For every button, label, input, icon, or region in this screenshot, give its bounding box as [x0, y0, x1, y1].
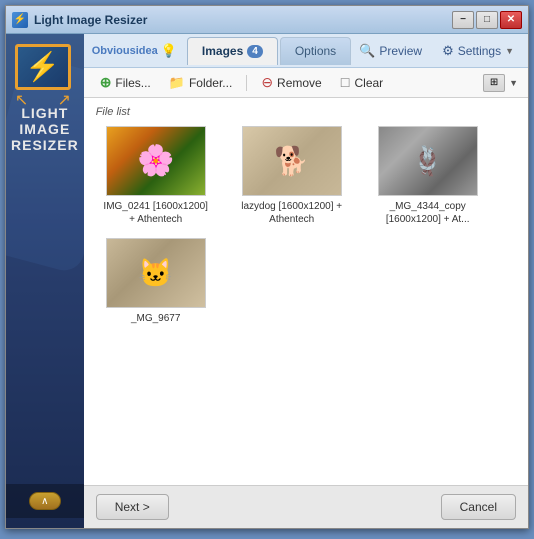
- brand-line2: IMAGE: [11, 121, 79, 137]
- settings-button[interactable]: ⚙ Settings ▼: [436, 41, 520, 61]
- tabbar-right-actions: 🔍 Preview ⚙ Settings ▼: [353, 41, 520, 61]
- add-folder-button[interactable]: 📁 Folder...: [163, 73, 239, 93]
- list-item[interactable]: lazydog [1600x1200] + Athentech: [232, 126, 352, 226]
- view-dropdown-icon[interactable]: ▼: [509, 78, 518, 88]
- toolbar-separator: [246, 75, 247, 91]
- preview-button[interactable]: 🔍 Preview: [353, 41, 428, 61]
- thumbnail-rope: [378, 126, 478, 196]
- list-item[interactable]: IMG_0241 [1600x1200] + Athentech: [96, 126, 216, 226]
- file-name-label: _MG_9677: [131, 312, 180, 325]
- sidebar-brand-text: LIGHT IMAGE RESIZER: [11, 105, 79, 153]
- cancel-button[interactable]: Cancel: [441, 494, 516, 520]
- window-title: Light Image Resizer: [34, 13, 452, 27]
- images-count-badge: 4: [247, 45, 263, 58]
- bottom-bar: Next > Cancel: [84, 485, 528, 528]
- thumbnail-flowers: [106, 126, 206, 196]
- add-files-button[interactable]: ⊕ Files...: [94, 72, 157, 93]
- main-content: Obviousidea 💡 Images 4 Options 🔍 Preview: [84, 34, 528, 528]
- sidebar-logo: ⚡ ↖ ↗: [15, 44, 75, 99]
- application-window: ⚡ Light Image Resizer − □ ✕ ⚡ ↖ ↗: [5, 5, 529, 529]
- list-item[interactable]: _MG_9677: [96, 238, 216, 325]
- file-list-label: File list: [96, 106, 516, 118]
- file-grid: IMG_0241 [1600x1200] + Athentech lazydog…: [96, 126, 516, 325]
- window-controls: − □ ✕: [452, 11, 522, 29]
- maximize-button[interactable]: □: [476, 11, 498, 29]
- tab-options[interactable]: Options: [280, 37, 351, 65]
- preview-icon: 🔍: [359, 43, 375, 59]
- thumbnail-dog: [242, 126, 342, 196]
- image-toolbar: ⊕ Files... 📁 Folder... ⊖ Remove ☐ Clear: [84, 68, 528, 98]
- app-icon: ⚡: [12, 12, 28, 28]
- minimize-button[interactable]: −: [452, 11, 474, 29]
- remove-icon: ⊖: [261, 74, 273, 91]
- logo-inner: ⚡: [18, 47, 68, 87]
- logo-frame: ⚡: [15, 44, 71, 90]
- sidebar-bottom: ∧: [6, 484, 84, 518]
- thumbnail-cat: [106, 238, 206, 308]
- sidebar: ⚡ ↖ ↗ LIGHT IMAGE RESIZER ∧: [6, 34, 84, 528]
- close-button[interactable]: ✕: [500, 11, 522, 29]
- file-name-label: lazydog [1600x1200] + Athentech: [237, 200, 347, 226]
- clear-button[interactable]: ☐ Clear: [334, 74, 389, 92]
- brand-line1: LIGHT: [11, 105, 79, 121]
- list-item[interactable]: _MG_4344_copy [1600x1200] + At...: [368, 126, 488, 226]
- tab-bar: Obviousidea 💡 Images 4 Options 🔍 Preview: [84, 34, 528, 68]
- gear-icon: ⚙: [442, 43, 454, 59]
- tab-images[interactable]: Images 4: [187, 37, 278, 65]
- settings-dropdown-icon: ▼: [505, 46, 514, 56]
- clear-icon: ☐: [340, 76, 351, 90]
- folder-icon: 📁: [169, 75, 185, 91]
- lightning-icon: ⚡: [25, 53, 60, 81]
- file-list-area: File list IMG_0241 [1600x1200] + Athente…: [84, 98, 528, 485]
- file-name-label: _MG_4344_copy [1600x1200] + At...: [373, 200, 483, 226]
- file-name-label: IMG_0241 [1600x1200] + Athentech: [101, 200, 211, 226]
- remove-button[interactable]: ⊖ Remove: [255, 72, 327, 93]
- next-button[interactable]: Next >: [96, 494, 169, 520]
- add-icon: ⊕: [100, 74, 112, 91]
- view-mode-button[interactable]: ⊞: [483, 74, 505, 92]
- sidebar-collapse-button[interactable]: ∧: [29, 492, 61, 510]
- brand-line3: RESIZER: [11, 137, 79, 153]
- toolbar-view-controls: ⊞ ▼: [483, 74, 518, 92]
- obviouidea-logo: Obviousidea 💡: [92, 43, 177, 59]
- titlebar: ⚡ Light Image Resizer − □ ✕: [6, 6, 528, 34]
